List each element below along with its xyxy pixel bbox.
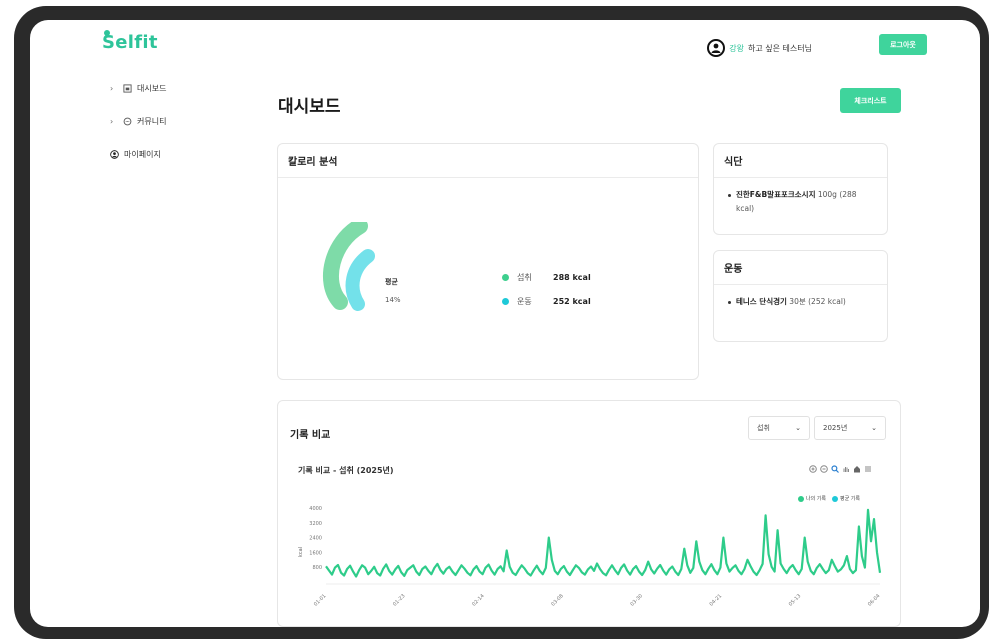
legend-mine-dot	[798, 495, 804, 502]
x-tick-label: 01-23	[392, 593, 407, 608]
legend-avg-dot	[832, 495, 838, 502]
exercise-label: 운동	[517, 297, 532, 306]
user-name-highlight: 강왕	[729, 43, 745, 53]
y-tick-label: 800	[312, 565, 322, 571]
app-screen: Selfit 강왕 하고 싶은 테스터님 로그아웃 › 대시보드 › 커뮤니티 마…	[30, 20, 980, 627]
average-label: 평균	[385, 278, 398, 286]
x-tick-label: 05-13	[788, 593, 803, 608]
chart-legend: 나의 기록 평균 기록	[798, 495, 860, 502]
legend-mine[interactable]: 나의 기록	[798, 495, 826, 502]
checklist-button[interactable]: 체크리스트	[840, 88, 901, 113]
avatar-icon	[707, 39, 726, 57]
chevron-right-icon: ›	[110, 83, 114, 93]
intake-line-chart: kcal 800 1600 2400 3200 4000 01-01 01-23 02-14 03…	[298, 506, 882, 608]
exercise-item: 테니스 단식경기 30분 (252 kcal)	[714, 285, 887, 309]
x-tick-label: 04-21	[709, 593, 724, 608]
sidebar: › 대시보드 › 커뮤니티 마이페이지	[110, 80, 166, 179]
logout-button[interactable]: 로그아웃	[879, 34, 927, 55]
chevron-right-icon: ›	[110, 116, 114, 126]
intake-label: 섭취	[517, 273, 532, 282]
average-value: 14%	[385, 296, 401, 304]
legend-avg[interactable]: 평균 기록	[832, 495, 860, 502]
diet-card-title: 식단	[714, 144, 887, 178]
sidebar-item-label: 커뮤니티	[137, 116, 167, 126]
x-tick-label: 03-08	[550, 593, 565, 608]
calorie-analysis-card: 칼로리 분석 평균 14% 섭취 288 kcal 운동 252 kcal	[277, 143, 699, 380]
series-line-mine	[325, 508, 882, 578]
user-icon	[110, 149, 119, 159]
pan-icon[interactable]	[842, 465, 850, 473]
intake-row: 섭취 288 kcal	[502, 272, 591, 283]
chevron-down-icon: ⌄	[795, 424, 801, 432]
diet-item: 진한F&B말표포크소시지 100g (288 kcal)	[714, 178, 887, 216]
zoom-out-icon[interactable]	[820, 465, 828, 473]
calorie-card-title: 칼로리 분석	[278, 144, 698, 178]
chart-toolbar	[809, 465, 872, 473]
chevron-down-icon: ⌄	[871, 424, 877, 432]
user-greeting-text: 하고 싶은 테스터님	[748, 43, 812, 53]
exercise-dot	[502, 298, 509, 305]
year-select[interactable]: 2025년 ⌄	[814, 416, 886, 440]
search-icon[interactable]	[831, 465, 839, 473]
diet-card: 식단 진한F&B말표포크소시지 100g (288 kcal)	[713, 143, 888, 235]
x-tick-label: 01-01	[313, 593, 328, 608]
exercise-row: 운동 252 kcal	[502, 296, 591, 307]
exercise-card: 운동 테니스 단식경기 30분 (252 kcal)	[713, 250, 888, 342]
home-icon[interactable]	[853, 465, 861, 473]
sidebar-item-community[interactable]: › 커뮤니티	[110, 113, 166, 129]
exercise-item-detail: 30분 (252 kcal)	[786, 297, 846, 306]
sidebar-item-label: 대시보드	[137, 83, 167, 93]
y-tick-label: 1600	[309, 550, 322, 556]
type-select-value: 섭취	[757, 424, 770, 432]
sidebar-item-dashboard[interactable]: › 대시보드	[110, 80, 166, 96]
y-axis-label: kcal	[298, 547, 304, 557]
zoom-in-icon[interactable]	[809, 465, 817, 473]
x-tick-label: 03-30	[629, 593, 644, 608]
year-select-value: 2025년	[823, 424, 848, 432]
menu-icon[interactable]	[864, 465, 872, 473]
sidebar-item-mypage[interactable]: 마이페이지	[110, 146, 166, 162]
y-tick-label: 3200	[309, 521, 322, 527]
legend-mine-label: 나의 기록	[806, 496, 826, 502]
chart-title: 기록 비교 - 섭취 (2025년)	[298, 466, 394, 475]
type-select[interactable]: 섭취 ⌄	[748, 416, 810, 440]
diet-item-name: 진한F&B말표포크소시지	[736, 190, 816, 199]
intake-value: 288 kcal	[553, 273, 591, 282]
x-tick-label: 02-14	[471, 593, 486, 608]
y-tick-label: 4000	[309, 506, 322, 512]
legend-avg-label: 평균 기록	[840, 496, 860, 502]
compare-title: 기록 비교	[290, 430, 331, 441]
exercise-arc	[345, 249, 375, 311]
exercise-item-name: 테니스 단식경기	[736, 297, 787, 306]
logo-text: Selfit	[102, 32, 158, 53]
x-tick-label: 06-04	[867, 593, 882, 608]
chat-icon	[123, 117, 132, 125]
dashboard-icon	[123, 83, 132, 93]
page-title: 대시보드	[278, 97, 341, 117]
record-compare-card: 기록 비교 섭취 ⌄ 2025년 ⌄ 기록 비교 - 섭취 (2025년) 나의…	[277, 400, 901, 627]
app-logo[interactable]: Selfit	[102, 30, 158, 53]
exercise-value: 252 kcal	[553, 297, 591, 306]
y-tick-label: 2400	[309, 536, 322, 542]
intake-dot	[502, 274, 509, 281]
exercise-card-title: 운동	[714, 251, 887, 285]
logo-dot	[104, 30, 110, 36]
sidebar-item-label: 마이페이지	[124, 149, 161, 159]
user-greeting: 강왕 하고 싶은 테스터님	[707, 39, 812, 57]
